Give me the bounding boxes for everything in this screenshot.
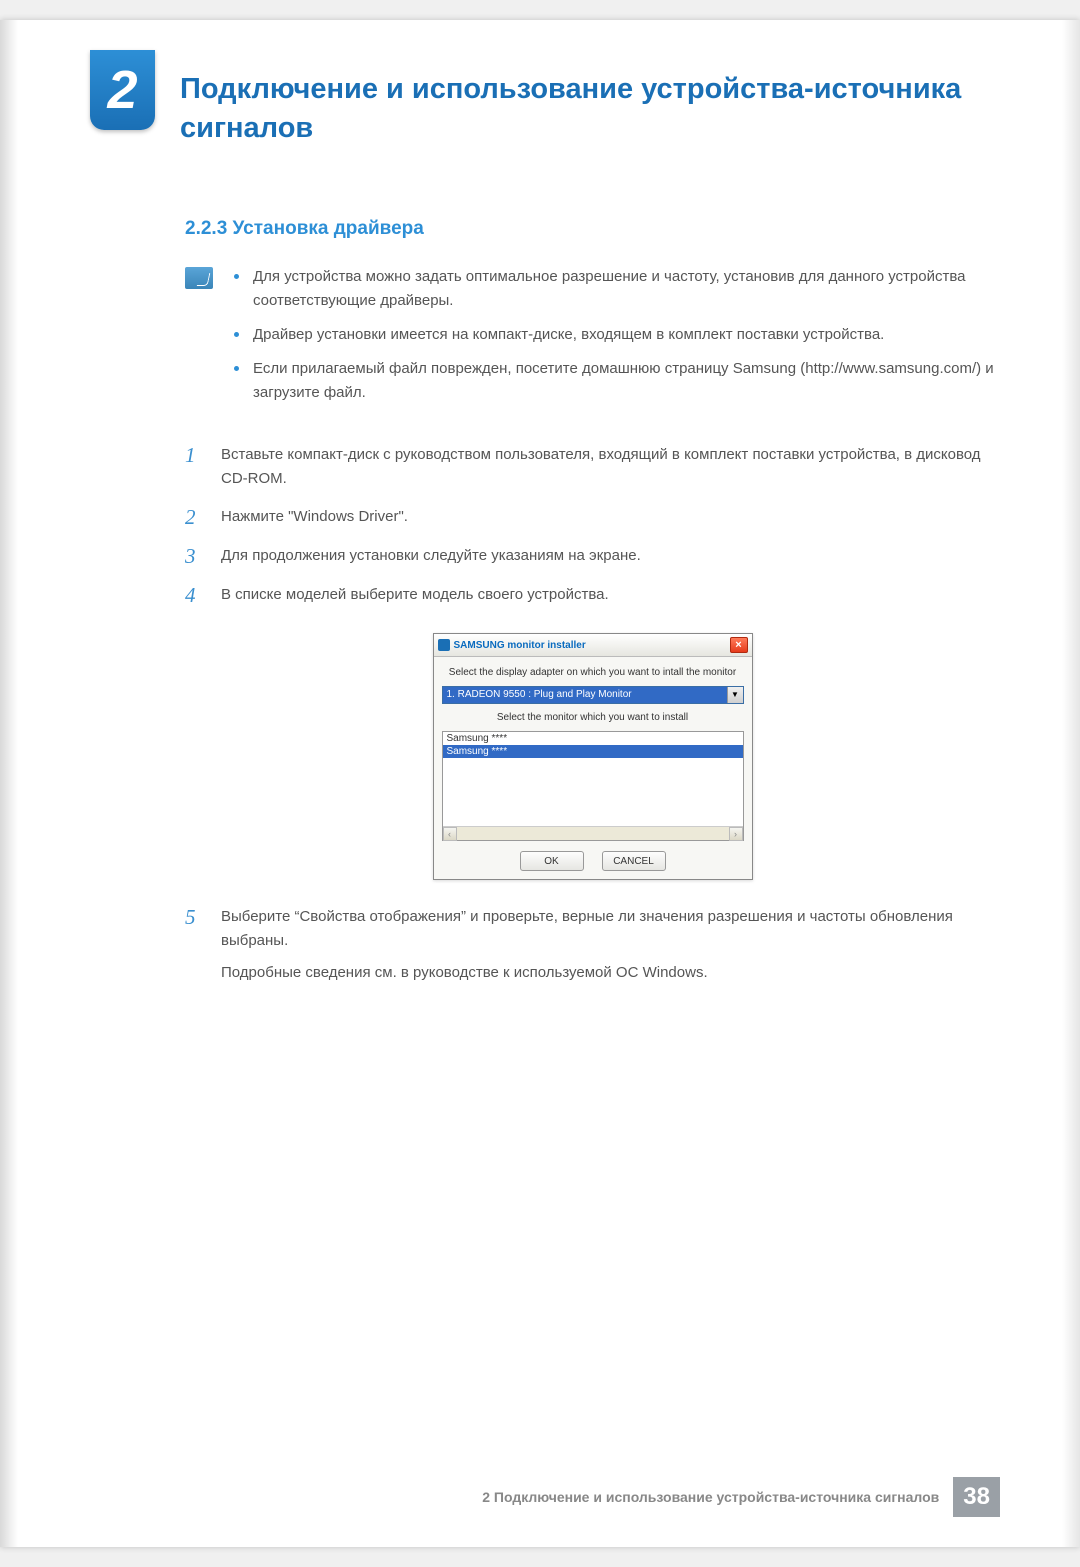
steps-list-continued: 5 Выберите “Свойства отображения” и пров…: [185, 905, 1000, 993]
installer-label-adapter: Select the display adapter on which you …: [442, 667, 744, 678]
installer-title-text: SAMSUNG monitor installer: [454, 640, 586, 651]
installer-titlebar: SAMSUNG monitor installer ×: [434, 634, 752, 657]
cancel-button[interactable]: CANCEL: [602, 851, 666, 871]
step-item: 2 Нажмите "Windows Driver".: [185, 505, 1000, 530]
list-item[interactable]: Samsung ****: [443, 732, 743, 745]
chevron-down-icon[interactable]: ▼: [727, 687, 743, 703]
page-footer: 2 Подключение и использование устройства…: [482, 1477, 1000, 1517]
step-item: 1 Вставьте компакт-диск с руководством п…: [185, 443, 1000, 491]
section-number: 2.2.3: [185, 218, 227, 239]
installer-title: SAMSUNG monitor installer: [438, 639, 586, 651]
installer-body: Select the display adapter on which you …: [434, 657, 752, 879]
chapter-header: 2 Подключение и использование устройства…: [90, 50, 1000, 148]
page-number: 38: [953, 1477, 1000, 1517]
horizontal-scrollbar[interactable]: ‹ ›: [443, 826, 743, 840]
step-text: Вставьте компакт-диск с руководством пол…: [221, 443, 1000, 491]
close-icon[interactable]: ×: [730, 637, 748, 653]
page-shadow-right: [1062, 20, 1080, 1547]
installer-screenshot: SAMSUNG monitor installer × Select the d…: [185, 633, 1000, 880]
ok-button[interactable]: OK: [520, 851, 584, 871]
installer-label-monitor: Select the monitor which you want to ins…: [442, 712, 744, 723]
footer-chapter-text: 2 Подключение и использование устройства…: [482, 1489, 939, 1505]
step-number: 3: [185, 544, 203, 569]
document-page: 2 Подключение и использование устройства…: [0, 20, 1080, 1547]
step-text: Выберите “Свойства отображения” и провер…: [221, 905, 1000, 953]
step-number: 5: [185, 905, 203, 993]
scroll-right-icon[interactable]: ›: [729, 827, 743, 841]
step-text: В списке моделей выберите модель своего …: [221, 583, 609, 608]
step-number: 4: [185, 583, 203, 608]
note-block: Для устройства можно задать оптимальное …: [185, 265, 1000, 415]
step-item: 4 В списке моделей выберите модель своег…: [185, 583, 1000, 608]
scroll-left-icon[interactable]: ‹: [443, 827, 457, 841]
note-icon: [185, 267, 213, 289]
monitor-list[interactable]: Samsung **** Samsung **** ‹ ›: [442, 731, 744, 841]
chapter-title: Подключение и использование устройства-и…: [180, 50, 1000, 148]
page-shadow-left: [0, 20, 18, 1547]
chapter-number: 2: [107, 63, 137, 117]
step-body: Выберите “Свойства отображения” и провер…: [221, 905, 1000, 993]
note-item: Если прилагаемый файл поврежден, посетит…: [231, 357, 1000, 405]
app-icon: [438, 639, 450, 651]
section-heading: 2.2.3 Установка драйвера: [185, 218, 1000, 240]
step-text: Для продолжения установки следуйте указа…: [221, 544, 641, 569]
note-item: Для устройства можно задать оптимальное …: [231, 265, 1000, 313]
adapter-dropdown[interactable]: 1. RADEON 9550 : Plug and Play Monitor ▼: [442, 686, 744, 704]
step-text: Нажмите "Windows Driver".: [221, 505, 408, 530]
step-item: 5 Выберите “Свойства отображения” и пров…: [185, 905, 1000, 993]
content-area: 2.2.3 Установка драйвера Для устройства …: [90, 218, 1000, 993]
step-text: Подробные сведения см. в руководстве к и…: [221, 961, 1000, 985]
note-list: Для устройства можно задать оптимальное …: [231, 265, 1000, 415]
step-number: 2: [185, 505, 203, 530]
note-item: Драйвер установки имеется на компакт-дис…: [231, 323, 1000, 347]
dropdown-selected: 1. RADEON 9550 : Plug and Play Monitor: [443, 687, 727, 703]
step-number: 1: [185, 443, 203, 491]
installer-buttons: OK CANCEL: [442, 851, 744, 871]
list-item[interactable]: Samsung ****: [443, 745, 743, 758]
steps-list: 1 Вставьте компакт-диск с руководством п…: [185, 443, 1000, 608]
section-title: Установка драйвера: [233, 218, 424, 239]
installer-window: SAMSUNG monitor installer × Select the d…: [433, 633, 753, 880]
step-item: 3 Для продолжения установки следуйте ука…: [185, 544, 1000, 569]
chapter-number-box: 2: [90, 50, 155, 130]
